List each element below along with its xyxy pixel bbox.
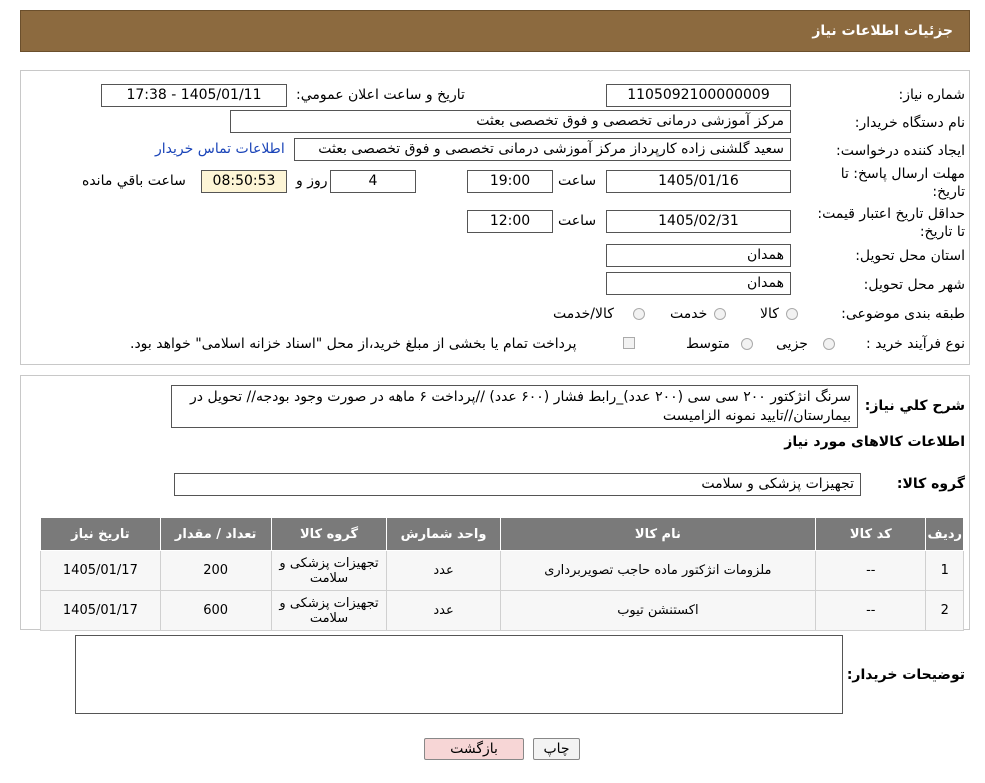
remaining-label: ساعت باقي مانده: [82, 173, 186, 189]
payment-note: پرداخت تمام يا بخشی از مبلغ خريد،از محل …: [130, 336, 577, 352]
payment-checkbox[interactable]: [623, 337, 635, 349]
col-qty: تعداد / مقدار: [159, 517, 272, 551]
deadline-time-field[interactable]: 19:00: [467, 170, 553, 193]
table-row[interactable]: 1 -- ملزومات انژکتور ماده حاجب تصویربردا…: [40, 550, 964, 591]
buyer-notes-textarea[interactable]: [75, 635, 843, 714]
category-option-service: خدمت: [670, 306, 708, 322]
cell-row: 1: [925, 550, 964, 591]
description-label: شرح کلي نياز:: [864, 398, 965, 414]
page-title: جزئیات اطلاعات نیاز: [812, 23, 953, 39]
cell-date: 1405/01/17: [40, 550, 161, 591]
category-option-goods: کالا: [760, 306, 779, 322]
city-field[interactable]: همدان: [606, 272, 791, 295]
page-header: جزئیات اطلاعات نیاز: [20, 10, 970, 52]
announce-field[interactable]: 1405/01/11 - 17:38: [101, 84, 287, 107]
need-number-label: شماره نیاز:: [898, 87, 966, 103]
col-date: تاریخ نیاز: [40, 517, 161, 551]
col-group: گروه کالا: [270, 517, 388, 551]
cell-name: اکستنشن تیوب: [499, 590, 817, 631]
cell-unit: عدد: [386, 590, 501, 631]
process-radio-medium[interactable]: [741, 338, 753, 350]
validity-date-field[interactable]: 1405/02/31: [606, 210, 791, 233]
goods-table: رديف کد کالا نام کالا واحد شمارش گروه کا…: [40, 517, 964, 631]
announce-label: تاریخ و ساعت اعلان عمومي:: [296, 87, 465, 103]
col-name: نام کالا: [499, 517, 817, 551]
validity-time-field[interactable]: 12:00: [467, 210, 553, 233]
remaining-time-field[interactable]: 08:50:53: [201, 170, 287, 193]
days-field[interactable]: 4: [330, 170, 416, 193]
cell-name: ملزومات انژکتور ماده حاجب تصویربرداری: [499, 550, 817, 591]
cell-code: --: [815, 550, 927, 591]
buyer-org-field[interactable]: مرکز آموزشی درمانی تخصصی و فوق تخصصی بعث…: [230, 110, 791, 133]
need-number-field[interactable]: 1105092100000009: [606, 84, 791, 107]
cell-group: تجهیزات پزشکی و سلامت: [270, 550, 388, 591]
process-radio-minor[interactable]: [823, 338, 835, 350]
col-code: کد کالا: [815, 517, 927, 551]
cell-row: 2: [925, 590, 964, 631]
category-radio-goods-service[interactable]: [633, 308, 645, 320]
goods-section-title: اطلاعات کالاهای مورد نیاز: [784, 434, 965, 450]
deadline-time-label: ساعت: [558, 173, 597, 189]
province-field[interactable]: همدان: [606, 244, 791, 267]
validity-time-label: ساعت: [558, 213, 597, 229]
col-row: رديف: [925, 517, 964, 551]
validity-label: حداقل تاريخ اعتبار قيمت: تا تاریخ:: [817, 206, 965, 240]
province-label: استان محل تحویل:: [855, 248, 965, 264]
cell-qty: 200: [159, 550, 272, 591]
print-button[interactable]: چاپ: [533, 738, 580, 760]
goods-group-field[interactable]: تجهیزات پزشکی و سلامت: [174, 473, 861, 496]
cell-code: --: [815, 590, 927, 631]
buyer-org-label: نام دستگاه خريدار:: [854, 115, 965, 131]
category-label: طبقه بندی موضوعی:: [841, 306, 965, 322]
process-option-minor: جزیی: [776, 336, 808, 352]
table-header-row: رديف کد کالا نام کالا واحد شمارش گروه کا…: [40, 517, 964, 551]
goods-group-label: گروه کالا:: [896, 476, 965, 492]
deadline-date-field[interactable]: 1405/01/16: [606, 170, 791, 193]
contact-info-link[interactable]: اطلاعات تماس خريدار: [155, 141, 285, 157]
table-row[interactable]: 2 -- اکستنشن تیوب عدد تجهیزات پزشکی و سل…: [40, 590, 964, 631]
buyer-notes-label: توضیحات خریدار:: [846, 667, 965, 683]
days-label: روز و: [296, 173, 328, 189]
city-label: شهر محل تحویل:: [863, 277, 965, 293]
category-radio-goods[interactable]: [786, 308, 798, 320]
cell-group: تجهیزات پزشکی و سلامت: [270, 590, 388, 631]
deadline-label: مهلت ارسال پاسخ: تا تاریخ:: [840, 166, 965, 200]
description-textarea[interactable]: سرنگ انژکتور ۲۰۰ سی سی (۲۰۰ عدد)_رابط فش…: [171, 385, 858, 428]
creator-label: ايجاد کننده درخواست:: [836, 143, 965, 159]
category-radio-service[interactable]: [714, 308, 726, 320]
process-label: نوع فرآیند خرید :: [866, 336, 965, 352]
process-option-medium: متوسط: [686, 336, 730, 352]
cell-date: 1405/01/17: [40, 590, 161, 631]
col-unit: واحد شمارش: [386, 517, 501, 551]
creator-field[interactable]: سعید گلشنی زاده کارپرداز مرکز آموزشی درم…: [294, 138, 791, 161]
back-button[interactable]: بازگشت: [424, 738, 524, 760]
cell-qty: 600: [159, 590, 272, 631]
category-option-goods-service: کالا/خدمت: [553, 306, 614, 322]
cell-unit: عدد: [386, 550, 501, 591]
